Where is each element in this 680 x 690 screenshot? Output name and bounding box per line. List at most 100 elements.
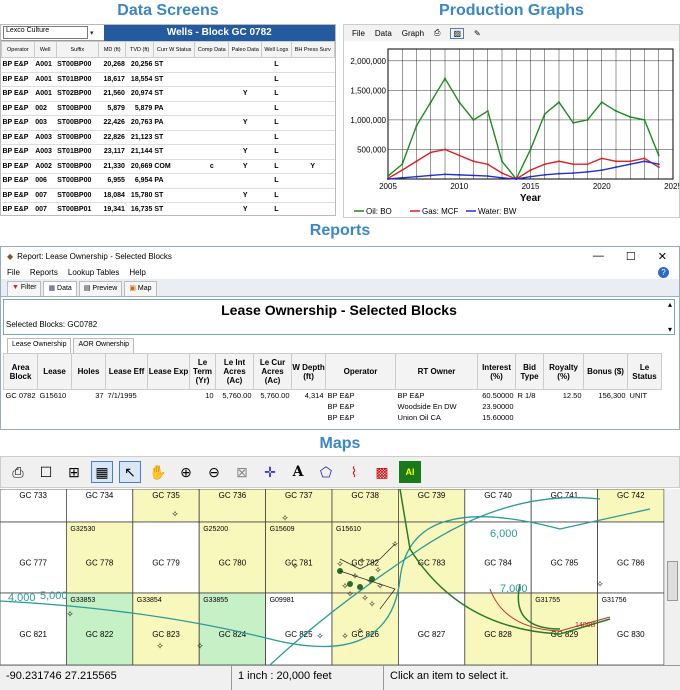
tab-data[interactable]: ▦ Data <box>43 281 77 296</box>
wells-col-header[interactable]: BH Press Surv <box>290 41 335 58</box>
map-scrollbar[interactable] <box>664 489 680 665</box>
tab-map[interactable]: ▣ Map <box>124 281 157 296</box>
report-col-header[interactable]: W Depth (ft) <box>291 353 327 390</box>
contour-label: 4,000 <box>8 592 36 604</box>
chart-icon[interactable]: ▨ <box>450 27 464 39</box>
wells-col-header[interactable]: MD (ft) <box>98 41 127 58</box>
zoom-out-icon[interactable]: ⊖ <box>203 461 225 483</box>
report-col-header[interactable]: Holes <box>71 353 107 390</box>
report-col-header[interactable]: Operator <box>325 353 397 390</box>
table-row[interactable]: BP E&P A003 ST01BP00 23,117 21,144 ST Y L <box>1 144 335 160</box>
report-col-header[interactable]: Interest (%) <box>477 353 517 390</box>
table-row[interactable]: BP E&P A002 ST00BP00 21,330 20,669 COM c Y L Y <box>1 159 335 174</box>
table-row[interactable]: BP E&P 006 ST00BP00 6,955 6,954 PA L <box>1 173 335 189</box>
legend-label: Oil: BO <box>366 207 392 216</box>
report-col-header[interactable]: Le Status <box>627 353 663 390</box>
table-cell: A002 <box>34 159 57 174</box>
close-icon[interactable]: ✕ <box>658 250 667 263</box>
report-col-header[interactable]: Le Cur Acres (Ac) <box>253 353 293 390</box>
table-cell: 15.60000 <box>482 412 514 422</box>
menu-lookup-tables[interactable]: Lookup Tables <box>68 268 119 277</box>
grid-fine-icon[interactable]: ▦ <box>91 461 113 483</box>
table-row[interactable]: BP E&P A001 ST02BP00 21,560 20,974 ST Y L <box>1 86 335 102</box>
zoom-extent-icon[interactable]: ⊠ <box>231 461 253 483</box>
well-symbol: ✧ <box>358 556 366 566</box>
edit-icon[interactable]: ✎ <box>474 29 481 38</box>
frame-icon[interactable]: ☐ <box>35 461 57 483</box>
culture-select[interactable]: Lexco Culture <box>3 26 88 39</box>
menu-file[interactable]: File <box>7 268 20 277</box>
report-col-header[interactable]: Le Term (Yr) <box>189 353 217 390</box>
table-row[interactable]: BP E&P 007 ST00BP01 19,341 16,735 ST Y L <box>1 202 335 215</box>
report-col-header[interactable]: Bonus ($) <box>583 353 629 390</box>
help-icon[interactable]: ? <box>658 266 669 278</box>
crosshair-icon[interactable]: ✛ <box>259 461 281 483</box>
scroll-down-icon[interactable]: ▾ <box>668 325 672 334</box>
legend-label: Gas: MCF <box>422 207 459 216</box>
pan-hand-icon[interactable]: ✋ <box>147 461 169 483</box>
dropdown-icon[interactable]: ▾ <box>90 29 94 37</box>
print-icon[interactable]: ⎙ <box>7 461 29 483</box>
scroll-thumb[interactable] <box>667 561 678 601</box>
report-col-header[interactable]: Royalty (%) <box>543 353 585 390</box>
data-point <box>615 160 617 163</box>
map-canvas[interactable]: GC 733 GC 734 GC 735 GC 736 GC 737 GC 738 GC 7… <box>0 489 664 665</box>
table-row[interactable]: BP E&P A001 ST01BP00 18,617 18,554 ST L <box>1 72 335 87</box>
menu-data[interactable]: Data <box>375 29 392 38</box>
wells-col-header[interactable]: TVD (ft) <box>125 41 154 58</box>
print-icon[interactable]: ⎙ <box>434 28 440 38</box>
wells-col-header[interactable]: Curr W Status <box>152 41 196 58</box>
data-point <box>415 160 418 163</box>
polygon-icon[interactable]: ⬠ <box>315 461 337 483</box>
tab-aor-ownership[interactable]: AOR Ownership <box>73 338 135 353</box>
table-row[interactable]: BP E&P Union Oil CA 15.60000 <box>4 412 662 423</box>
wells-col-header[interactable]: Well <box>33 41 57 58</box>
wells-col-header[interactable]: Well Logs <box>261 41 292 58</box>
menu-file[interactable]: File <box>352 29 365 38</box>
data-point <box>501 172 503 175</box>
report-col-header[interactable]: RT Owner <box>395 353 479 390</box>
menu-reports[interactable]: Reports <box>30 268 58 277</box>
polyline-icon[interactable]: ⌇ <box>343 461 365 483</box>
report-col-header[interactable]: Area Block <box>2 353 39 390</box>
wells-col-header[interactable]: Suffix <box>55 41 100 58</box>
table-cell: L <box>261 202 292 215</box>
wells-col-header[interactable]: Paleo Data <box>228 41 263 58</box>
data-point <box>415 175 418 178</box>
minimize-icon[interactable]: — <box>593 250 604 263</box>
report-col-header[interactable]: Lease Exp <box>147 353 191 390</box>
table-row[interactable]: BP E&P 002 ST00BP00 5,879 5,879 PA L <box>1 101 335 116</box>
zoom-in-icon[interactable]: ⊕ <box>175 461 197 483</box>
text-tool-icon[interactable]: A <box>287 461 309 483</box>
menu-help[interactable]: Help <box>129 268 145 277</box>
report-col-header[interactable]: Bid Type <box>515 353 545 390</box>
table-cell: L <box>261 130 292 145</box>
table-row[interactable]: BP E&P 007 ST00BP00 18,084 15,780 ST Y L <box>1 188 335 203</box>
data-point <box>401 163 404 166</box>
heading-data-screens: Data Screens <box>117 2 219 19</box>
tab-preview[interactable]: ▤ Preview <box>78 281 123 296</box>
window-title: Report: Lease Ownership - Selected Block… <box>17 251 172 261</box>
table-cell <box>148 390 190 401</box>
table-row[interactable]: BP E&P A001 ST00BP00 20,268 20,256 ST L <box>1 57 335 73</box>
report-col-header[interactable]: Lease <box>37 353 73 390</box>
ai-icon[interactable]: AI <box>399 461 421 483</box>
grid-icon[interactable]: ⊞ <box>63 461 85 483</box>
report-col-header[interactable]: Lease Eff <box>105 353 149 390</box>
layer-icon[interactable]: ▩ <box>371 461 393 483</box>
table-row[interactable]: BP E&P A003 ST00BP00 22,826 21,123 ST L <box>1 130 335 145</box>
scroll-up-icon[interactable]: ▴ <box>668 300 672 309</box>
table-row[interactable]: BP E&P 003 ST00BP00 22,426 20,763 PA Y L <box>1 115 335 131</box>
table-row[interactable]: GC 0782 G15610 37 7/1/1995 10 5,760.00 5,760.0… <box>4 390 662 401</box>
tab-filter[interactable]: ▼ Filter <box>7 281 42 296</box>
menu-graph[interactable]: Graph <box>402 29 424 38</box>
pointer-icon[interactable]: ↖ <box>119 461 141 483</box>
x-axis-label: Year <box>520 193 541 204</box>
lease-label: G32530 <box>70 526 95 533</box>
wells-col-header[interactable]: Operator <box>1 41 35 58</box>
report-col-header[interactable]: Le Int Acres (Ac) <box>215 353 255 390</box>
maximize-icon[interactable]: ☐ <box>626 250 636 263</box>
wells-col-header[interactable]: Comp Data <box>194 41 230 58</box>
table-row[interactable]: BP E&P Woodside En DW 23.90000 <box>4 401 662 412</box>
tab-lease-ownership[interactable]: Lease Ownership <box>7 338 72 353</box>
